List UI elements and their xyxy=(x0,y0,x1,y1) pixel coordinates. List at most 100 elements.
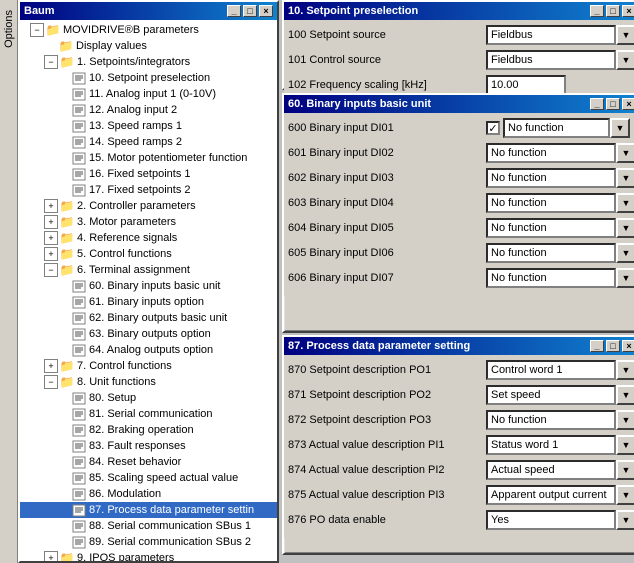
tree-item-p89[interactable]: 89. Serial communication SBus 2 xyxy=(20,534,277,550)
tree-item-p86[interactable]: 86. Modulation xyxy=(20,486,277,502)
checkbox-600[interactable]: ✓ xyxy=(486,121,500,135)
tree-item-ipos[interactable]: +📁9. IPOS parameters xyxy=(20,550,277,561)
tree-close-btn[interactable]: × xyxy=(259,5,273,17)
doc-icon-p88 xyxy=(72,520,86,533)
panel10-minimize-btn[interactable]: _ xyxy=(590,5,604,17)
param-row-602: 602 Binary input DI03No function▼ xyxy=(288,167,634,189)
dropdown-btn-871[interactable]: ▼ xyxy=(616,385,634,405)
param-value-wrap-101: Fieldbus▼ xyxy=(486,50,634,70)
options-tab[interactable]: Options xyxy=(1,2,17,56)
tree-item-p17[interactable]: 17. Fixed setpoints 2 xyxy=(20,182,277,198)
dropdown-btn-874[interactable]: ▼ xyxy=(616,460,634,480)
collapse-icon-movidrive[interactable]: − xyxy=(30,23,44,37)
tree-label-p83: 83. Fault responses xyxy=(89,440,186,452)
panel60-close-btn[interactable]: × xyxy=(622,98,634,110)
param-row-600: 600 Binary input DI01✓No function▼ xyxy=(288,117,634,139)
tree-item-p15[interactable]: 15. Motor potentiometer function xyxy=(20,150,277,166)
panel10-close-btn[interactable]: × xyxy=(622,5,634,17)
expand-placeholder-p60 xyxy=(58,279,72,293)
tree-item-terminal[interactable]: −📁6. Terminal assignment xyxy=(20,262,277,278)
expand-icon-control_func[interactable]: + xyxy=(44,359,58,373)
param-input-876: Yes xyxy=(486,510,616,530)
tree-label-movidrive: MOVIDRIVE®B parameters xyxy=(63,24,199,36)
tree-item-control[interactable]: +📁5. Control functions xyxy=(20,246,277,262)
expand-placeholder-p80 xyxy=(58,391,72,405)
tree-maximize-btn[interactable]: □ xyxy=(243,5,257,17)
tree-item-p11[interactable]: 11. Analog input 1 (0-10V) xyxy=(20,86,277,102)
dropdown-btn-875[interactable]: ▼ xyxy=(616,485,634,505)
folder-icon-reference: 📁 xyxy=(59,231,75,245)
expand-icon-reference[interactable]: + xyxy=(44,231,58,245)
dropdown-btn-872[interactable]: ▼ xyxy=(616,410,634,430)
collapse-icon-unit[interactable]: − xyxy=(44,375,58,389)
tree-item-unit[interactable]: −📁8. Unit functions xyxy=(20,374,277,390)
tree-item-p13[interactable]: 13. Speed ramps 1 xyxy=(20,118,277,134)
dropdown-btn-606[interactable]: ▼ xyxy=(616,268,634,288)
dropdown-btn-605[interactable]: ▼ xyxy=(616,243,634,263)
dropdown-btn-604[interactable]: ▼ xyxy=(616,218,634,238)
param-input-873: Status word 1 xyxy=(486,435,616,455)
tree-item-p82[interactable]: 82. Braking operation xyxy=(20,422,277,438)
tree-item-p63[interactable]: 63. Binary outputs option xyxy=(20,326,277,342)
panel10-maximize-btn[interactable]: □ xyxy=(606,5,620,17)
doc-icon-p12 xyxy=(72,104,86,117)
tree-item-p87[interactable]: 87. Process data parameter settin xyxy=(20,502,277,518)
expand-icon-control[interactable]: + xyxy=(44,247,58,261)
tree-item-reference[interactable]: +📁4. Reference signals xyxy=(20,230,277,246)
dropdown-btn-870[interactable]: ▼ xyxy=(616,360,634,380)
tree-label-p63: 63. Binary outputs option xyxy=(89,328,211,340)
expand-icon-motor[interactable]: + xyxy=(44,215,58,229)
tree-item-p81[interactable]: 81. Serial communication xyxy=(20,406,277,422)
param-value-wrap-874: Actual speed▼ xyxy=(486,460,634,480)
collapse-icon-setpoints[interactable]: − xyxy=(44,55,58,69)
panel60-minimize-btn[interactable]: _ xyxy=(590,98,604,110)
tree-minimize-btn[interactable]: _ xyxy=(227,5,241,17)
doc-icon-p81 xyxy=(72,408,86,421)
param-input-101: Fieldbus xyxy=(486,50,616,70)
tree-item-p85[interactable]: 85. Scaling speed actual value xyxy=(20,470,277,486)
tree-item-p84[interactable]: 84. Reset behavior xyxy=(20,454,277,470)
dropdown-btn-602[interactable]: ▼ xyxy=(616,168,634,188)
dropdown-btn-603[interactable]: ▼ xyxy=(616,193,634,213)
panel87-title: 87. Process data parameter setting xyxy=(288,340,470,352)
tree-item-p83[interactable]: 83. Fault responses xyxy=(20,438,277,454)
tree-item-p61[interactable]: 61. Binary inputs option xyxy=(20,294,277,310)
panel87-close-btn[interactable]: × xyxy=(622,340,634,352)
tree-label-control: 5. Control functions xyxy=(77,248,172,260)
expand-icon-ipos[interactable]: + xyxy=(44,551,58,561)
tree-item-motor[interactable]: +📁3. Motor parameters xyxy=(20,214,277,230)
dropdown-btn-100[interactable]: ▼ xyxy=(616,25,634,45)
dropdown-btn-600[interactable]: ▼ xyxy=(610,118,630,138)
panel87-minimize-btn[interactable]: _ xyxy=(590,340,604,352)
tree-item-display[interactable]: 📁Display values xyxy=(20,38,277,54)
dropdown-btn-876[interactable]: ▼ xyxy=(616,510,634,530)
panel87-maximize-btn[interactable]: □ xyxy=(606,340,620,352)
tree-item-p64[interactable]: 64. Analog outputs option xyxy=(20,342,277,358)
tree-item-p80[interactable]: 80. Setup xyxy=(20,390,277,406)
doc-icon-p86 xyxy=(72,488,86,501)
dropdown-btn-873[interactable]: ▼ xyxy=(616,435,634,455)
tree-item-p12[interactable]: 12. Analog input 2 xyxy=(20,102,277,118)
param-label-874: 874 Actual value description PI2 xyxy=(288,464,486,476)
tree-item-p10[interactable]: 10. Setpoint preselection xyxy=(20,70,277,86)
panel60-maximize-btn[interactable]: □ xyxy=(606,98,620,110)
tree-item-p62[interactable]: 62. Binary outputs basic unit xyxy=(20,310,277,326)
tree-item-p16[interactable]: 16. Fixed setpoints 1 xyxy=(20,166,277,182)
tree-item-movidrive[interactable]: −📁MOVIDRIVE®B parameters xyxy=(20,22,277,38)
param-row-870: 870 Setpoint description PO1Control word… xyxy=(288,359,634,381)
tree-label-p86: 86. Modulation xyxy=(89,488,161,500)
tree-item-p88[interactable]: 88. Serial communication SBus 1 xyxy=(20,518,277,534)
doc-icon-p16 xyxy=(72,168,86,181)
tree-item-controller[interactable]: +📁2. Controller parameters xyxy=(20,198,277,214)
tree-item-p14[interactable]: 14. Speed ramps 2 xyxy=(20,134,277,150)
freq-input-102[interactable]: 10.00 xyxy=(486,75,566,95)
tree-label-p60: 60. Binary inputs basic unit xyxy=(89,280,220,292)
dropdown-btn-101[interactable]: ▼ xyxy=(616,50,634,70)
expand-icon-controller[interactable]: + xyxy=(44,199,58,213)
tree-item-p60[interactable]: 60. Binary inputs basic unit xyxy=(20,278,277,294)
collapse-icon-terminal[interactable]: − xyxy=(44,263,58,277)
dropdown-btn-601[interactable]: ▼ xyxy=(616,143,634,163)
tree-item-control_func[interactable]: +📁7. Control functions xyxy=(20,358,277,374)
tree-item-setpoints[interactable]: −📁1. Setpoints/integrators xyxy=(20,54,277,70)
param-value-wrap-873: Status word 1▼ xyxy=(486,435,634,455)
